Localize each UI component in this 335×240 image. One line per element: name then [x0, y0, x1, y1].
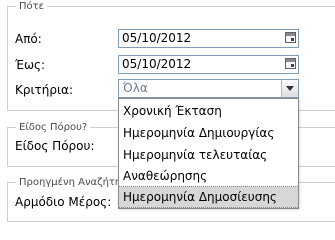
calendar-icon[interactable] — [285, 32, 296, 43]
when-legend: Πότε — [16, 1, 48, 13]
resource-legend: Είδος Πόρου? — [16, 122, 91, 134]
to-label: Έως: — [15, 58, 46, 72]
criteria-selected-value: Όλα — [123, 81, 148, 95]
option-last-revision-date-cont[interactable]: Αναθεώρησης — [119, 165, 298, 187]
to-date-value: 05/10/2012 — [122, 57, 192, 71]
criteria-label: Κριτήρια: — [15, 83, 74, 97]
criteria-select[interactable]: Όλα — [118, 79, 299, 98]
option-publication-date[interactable]: Ημερομηνία Δημοσίευσης — [119, 186, 298, 208]
calendar-icon[interactable] — [285, 58, 296, 69]
option-creation-date[interactable]: Ημερομηνία Δημιουργίας — [119, 122, 298, 144]
responsible-body-label: Αρμόδιο Μέρος: — [15, 195, 112, 209]
chevron-down-icon[interactable] — [281, 80, 298, 97]
from-date-input[interactable]: 05/10/2012 — [118, 29, 299, 48]
criteria-dropdown-list: Χρονική Έκταση Ημερομηνία Δημιουργίας Ημ… — [118, 98, 299, 209]
from-label: Από: — [15, 32, 42, 46]
option-temporal-extent[interactable]: Χρονική Έκταση — [119, 100, 298, 122]
resource-type-label: Είδος Πόρου: — [15, 139, 95, 153]
option-last-revision-date[interactable]: Ημερομηνία τελευταίας — [119, 144, 298, 166]
to-date-input[interactable]: 05/10/2012 — [118, 55, 299, 74]
from-date-value: 05/10/2012 — [122, 31, 192, 45]
